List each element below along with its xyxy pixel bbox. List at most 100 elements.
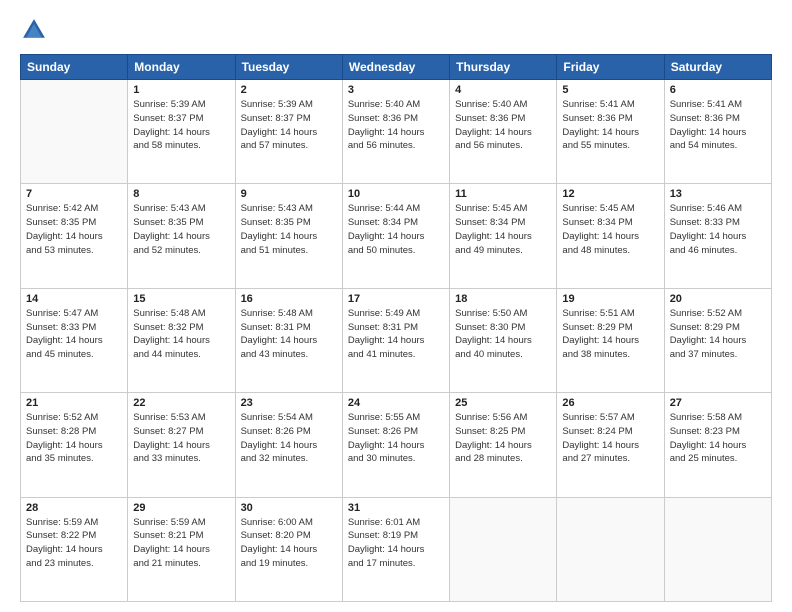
day-info: Sunrise: 5:41 AM Sunset: 8:36 PM Dayligh… xyxy=(670,98,766,153)
calendar-cell: 28 Sunrise: 5:59 AM Sunset: 8:22 PM Dayli… xyxy=(21,497,128,601)
page: SundayMondayTuesdayWednesdayThursdayFrid… xyxy=(0,0,792,612)
calendar-cell: 18 Sunrise: 5:50 AM Sunset: 8:30 PM Dayli… xyxy=(450,288,557,392)
calendar-cell: 24Sunrise: 5:55 AM Sunset: 8:26 PM Dayli… xyxy=(342,393,449,497)
calendar-cell: 8Sunrise: 5:43 AM Sunset: 8:35 PM Daylig… xyxy=(128,184,235,288)
day-info: Sunrise: 5:58 AM Sunset: 8:23 PM Dayligh… xyxy=(670,411,766,466)
day-number: 22 xyxy=(133,397,229,409)
calendar-header-row: SundayMondayTuesdayWednesdayThursdayFrid… xyxy=(21,55,772,80)
calendar-cell: 21 Sunrise: 5:52 AM Sunset: 8:28 PM Dayli… xyxy=(21,393,128,497)
day-info: Sunrise: 5:40 AM Sunset: 8:36 PM Dayligh… xyxy=(348,98,444,153)
day-info: Sunrise: 5:41 AM Sunset: 8:36 PM Dayligh… xyxy=(562,98,658,153)
day-info: Sunrise: 5:44 AM Sunset: 8:34 PM Dayligh… xyxy=(348,202,444,257)
calendar-cell: 15 Sunrise: 5:48 AM Sunset: 8:32 PM Dayli… xyxy=(128,288,235,392)
calendar-weekday-wednesday: Wednesday xyxy=(342,55,449,80)
calendar-cell: 20 Sunrise: 5:52 AM Sunset: 8:29 PM Dayli… xyxy=(664,288,771,392)
day-number: 21 xyxy=(26,397,122,409)
day-number: 17 xyxy=(348,293,444,305)
calendar-cell: 31 Sunrise: 6:01 AM Sunset: 8:19 PM Dayli… xyxy=(342,497,449,601)
day-info: Sunrise: 5:45 AM Sunset: 8:34 PM Dayligh… xyxy=(562,202,658,257)
day-info: Sunrise: 5:40 AM Sunset: 8:36 PM Dayligh… xyxy=(455,98,551,153)
calendar-cell: 25 Sunrise: 5:56 AM Sunset: 8:25 PM Dayli… xyxy=(450,393,557,497)
calendar-cell: 6 Sunrise: 5:41 AM Sunset: 8:36 PM Daylig… xyxy=(664,80,771,184)
calendar-cell: 29Sunrise: 5:59 AM Sunset: 8:21 PM Dayli… xyxy=(128,497,235,601)
day-number: 7 xyxy=(26,188,122,200)
calendar-cell: 9 Sunrise: 5:43 AM Sunset: 8:35 PM Daylig… xyxy=(235,184,342,288)
day-info: Sunrise: 5:51 AM Sunset: 8:29 PM Dayligh… xyxy=(562,307,658,362)
calendar-cell: 7 Sunrise: 5:42 AM Sunset: 8:35 PM Daylig… xyxy=(21,184,128,288)
calendar-cell: 16 Sunrise: 5:48 AM Sunset: 8:31 PM Dayli… xyxy=(235,288,342,392)
day-number: 14 xyxy=(26,293,122,305)
calendar-weekday-tuesday: Tuesday xyxy=(235,55,342,80)
calendar-cell: 10 Sunrise: 5:44 AM Sunset: 8:34 PM Dayli… xyxy=(342,184,449,288)
calendar-week-row: 21 Sunrise: 5:52 AM Sunset: 8:28 PM Dayli… xyxy=(21,393,772,497)
calendar-week-row: 1 Sunrise: 5:39 AM Sunset: 8:37 PM Daylig… xyxy=(21,80,772,184)
day-number: 10 xyxy=(348,188,444,200)
day-number: 3 xyxy=(348,84,444,96)
calendar-weekday-sunday: Sunday xyxy=(21,55,128,80)
day-info: Sunrise: 5:52 AM Sunset: 8:29 PM Dayligh… xyxy=(670,307,766,362)
calendar-week-row: 14 Sunrise: 5:47 AM Sunset: 8:33 PM Dayli… xyxy=(21,288,772,392)
calendar-table: SundayMondayTuesdayWednesdayThursdayFrid… xyxy=(20,54,772,602)
day-number: 30 xyxy=(241,502,337,514)
day-info: Sunrise: 6:00 AM Sunset: 8:20 PM Dayligh… xyxy=(241,516,337,571)
day-number: 27 xyxy=(670,397,766,409)
calendar-cell: 14 Sunrise: 5:47 AM Sunset: 8:33 PM Dayli… xyxy=(21,288,128,392)
calendar-cell: 1 Sunrise: 5:39 AM Sunset: 8:37 PM Daylig… xyxy=(128,80,235,184)
calendar-cell xyxy=(664,497,771,601)
day-number: 13 xyxy=(670,188,766,200)
day-number: 20 xyxy=(670,293,766,305)
day-info: Sunrise: 5:49 AM Sunset: 8:31 PM Dayligh… xyxy=(348,307,444,362)
day-number: 9 xyxy=(241,188,337,200)
calendar-cell: 23Sunrise: 5:54 AM Sunset: 8:26 PM Dayli… xyxy=(235,393,342,497)
day-number: 16 xyxy=(241,293,337,305)
day-info: Sunrise: 5:52 AM Sunset: 8:28 PM Dayligh… xyxy=(26,411,122,466)
day-info: Sunrise: 5:39 AM Sunset: 8:37 PM Dayligh… xyxy=(241,98,337,153)
day-number: 1 xyxy=(133,84,229,96)
calendar-week-row: 7 Sunrise: 5:42 AM Sunset: 8:35 PM Daylig… xyxy=(21,184,772,288)
calendar-cell: 22 Sunrise: 5:53 AM Sunset: 8:27 PM Dayli… xyxy=(128,393,235,497)
calendar-cell: 30 Sunrise: 6:00 AM Sunset: 8:20 PM Dayli… xyxy=(235,497,342,601)
day-info: Sunrise: 5:59 AM Sunset: 8:22 PM Dayligh… xyxy=(26,516,122,571)
day-number: 26 xyxy=(562,397,658,409)
day-number: 15 xyxy=(133,293,229,305)
day-number: 25 xyxy=(455,397,551,409)
calendar-cell: 5Sunrise: 5:41 AM Sunset: 8:36 PM Daylig… xyxy=(557,80,664,184)
day-number: 18 xyxy=(455,293,551,305)
day-number: 31 xyxy=(348,502,444,514)
day-info: Sunrise: 5:45 AM Sunset: 8:34 PM Dayligh… xyxy=(455,202,551,257)
calendar-weekday-monday: Monday xyxy=(128,55,235,80)
calendar-cell: 27 Sunrise: 5:58 AM Sunset: 8:23 PM Dayli… xyxy=(664,393,771,497)
day-info: Sunrise: 5:57 AM Sunset: 8:24 PM Dayligh… xyxy=(562,411,658,466)
calendar-cell: 17 Sunrise: 5:49 AM Sunset: 8:31 PM Dayli… xyxy=(342,288,449,392)
day-info: Sunrise: 5:43 AM Sunset: 8:35 PM Dayligh… xyxy=(241,202,337,257)
calendar-cell: 11Sunrise: 5:45 AM Sunset: 8:34 PM Dayli… xyxy=(450,184,557,288)
day-number: 6 xyxy=(670,84,766,96)
calendar-weekday-thursday: Thursday xyxy=(450,55,557,80)
day-info: Sunrise: 5:42 AM Sunset: 8:35 PM Dayligh… xyxy=(26,202,122,257)
day-info: Sunrise: 5:53 AM Sunset: 8:27 PM Dayligh… xyxy=(133,411,229,466)
calendar-cell xyxy=(21,80,128,184)
header xyxy=(20,16,772,44)
day-info: Sunrise: 5:50 AM Sunset: 8:30 PM Dayligh… xyxy=(455,307,551,362)
day-number: 19 xyxy=(562,293,658,305)
day-number: 28 xyxy=(26,502,122,514)
calendar-cell: 26 Sunrise: 5:57 AM Sunset: 8:24 PM Dayli… xyxy=(557,393,664,497)
day-info: Sunrise: 5:55 AM Sunset: 8:26 PM Dayligh… xyxy=(348,411,444,466)
calendar-weekday-friday: Friday xyxy=(557,55,664,80)
logo-icon xyxy=(20,16,48,44)
day-number: 8 xyxy=(133,188,229,200)
day-info: Sunrise: 5:56 AM Sunset: 8:25 PM Dayligh… xyxy=(455,411,551,466)
day-number: 4 xyxy=(455,84,551,96)
calendar-cell: 4 Sunrise: 5:40 AM Sunset: 8:36 PM Daylig… xyxy=(450,80,557,184)
logo xyxy=(20,16,52,44)
calendar-week-row: 28 Sunrise: 5:59 AM Sunset: 8:22 PM Dayli… xyxy=(21,497,772,601)
calendar-cell: 19 Sunrise: 5:51 AM Sunset: 8:29 PM Dayli… xyxy=(557,288,664,392)
day-info: Sunrise: 6:01 AM Sunset: 8:19 PM Dayligh… xyxy=(348,516,444,571)
day-info: Sunrise: 5:48 AM Sunset: 8:32 PM Dayligh… xyxy=(133,307,229,362)
day-info: Sunrise: 5:39 AM Sunset: 8:37 PM Dayligh… xyxy=(133,98,229,153)
day-number: 2 xyxy=(241,84,337,96)
day-info: Sunrise: 5:48 AM Sunset: 8:31 PM Dayligh… xyxy=(241,307,337,362)
day-info: Sunrise: 5:47 AM Sunset: 8:33 PM Dayligh… xyxy=(26,307,122,362)
day-number: 12 xyxy=(562,188,658,200)
calendar-cell xyxy=(450,497,557,601)
